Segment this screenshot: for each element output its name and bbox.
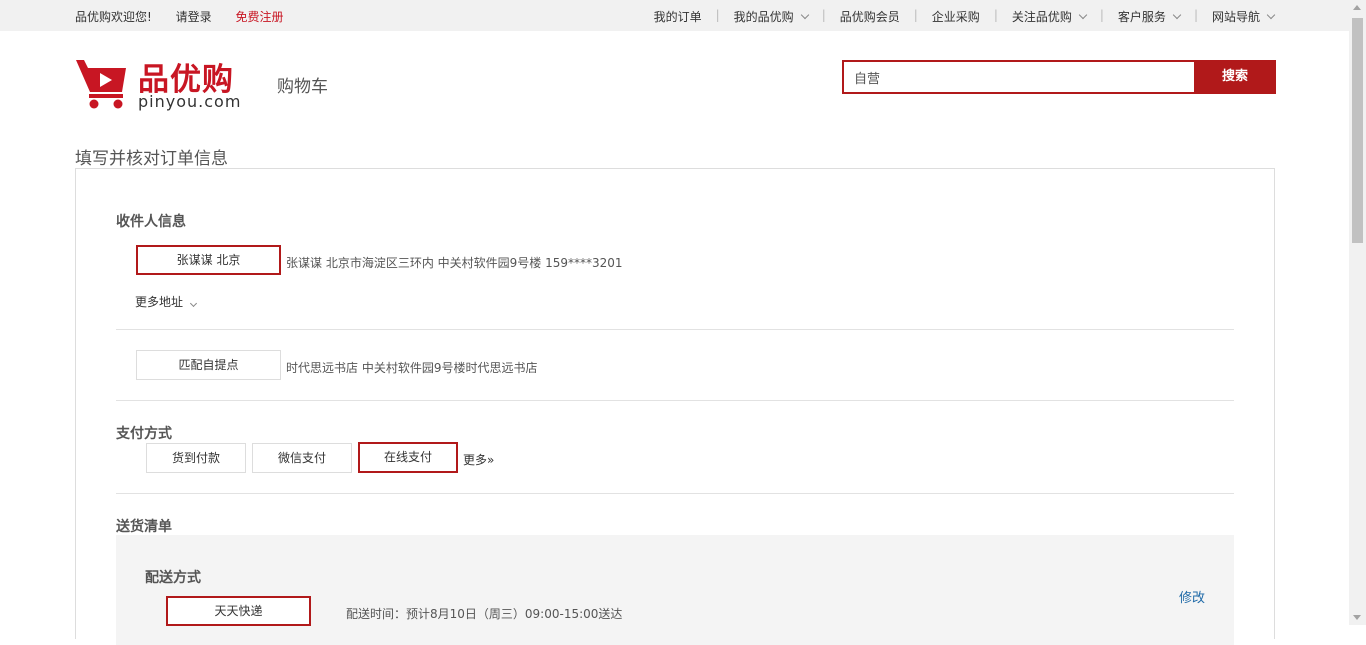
chevron-down-icon — [1172, 10, 1182, 20]
nav-member[interactable]: 品优购会员 — [840, 8, 900, 25]
welcome-text: 品优购欢迎您! — [75, 10, 152, 24]
scroll-down-icon[interactable] — [1353, 615, 1361, 620]
nav-site-map[interactable]: 网站导航 — [1212, 8, 1276, 25]
top-bar: 品优购欢迎您! 请登录 免费注册 我的订单 | 我的品优购 | 品优购会员 | … — [0, 0, 1349, 31]
shipping-edit-link[interactable]: 修改 — [1179, 587, 1205, 606]
nav-my-orders[interactable]: 我的订单 — [654, 8, 702, 25]
nav-enterprise[interactable]: 企业采购 — [932, 8, 980, 25]
shipping-list-title: 送货清单 — [116, 519, 172, 535]
divider — [116, 329, 1234, 330]
site-logo[interactable]: 品优购 pinyou.com — [74, 54, 249, 111]
scroll-thumb[interactable] — [1352, 18, 1363, 243]
top-bar-left: 品优购欢迎您! 请登录 免费注册 — [75, 8, 304, 25]
page-scrollbar[interactable] — [1349, 0, 1366, 625]
pickup-address: 时代思远书店 中关村软件园9号楼时代思远书店 — [286, 361, 538, 375]
login-link[interactable]: 请登录 — [176, 10, 212, 24]
search-bar: 搜索 — [842, 60, 1276, 94]
chevron-down-icon — [800, 10, 809, 20]
register-link[interactable]: 免费注册 — [235, 10, 283, 24]
top-nav: 我的订单 | 我的品优购 | 品优购会员 | 企业采购 | 关注品优购 | 客户… — [654, 8, 1276, 25]
payment-option-online[interactable]: 在线支付 — [358, 442, 458, 473]
shipping-method-title: 配送方式 — [145, 570, 201, 586]
payment-title: 支付方式 — [116, 426, 172, 442]
divider — [116, 400, 1234, 401]
page-name: 购物车 — [277, 77, 328, 97]
chevron-down-icon — [1078, 10, 1088, 20]
receiver-address: 张谋谋 北京市海淀区三环内 中关村软件园9号楼 159****3201 — [286, 256, 623, 270]
receiver-selected-button[interactable]: 张谋谋 北京 — [136, 245, 281, 275]
more-address-link[interactable]: 更多地址 — [135, 293, 198, 310]
scroll-up-icon[interactable] — [1353, 5, 1361, 10]
shipping-time: 配送时间：预计8月10日（周三）09:00-15:00送达 — [346, 607, 623, 621]
nav-my-pinyou[interactable]: 我的品优购 — [734, 8, 809, 25]
logo-domain: pinyou.com — [138, 92, 242, 111]
receiver-title: 收件人信息 — [116, 214, 186, 230]
payment-option-wechat[interactable]: 微信支付 — [252, 443, 352, 473]
search-input[interactable] — [842, 60, 1196, 94]
chevron-down-icon — [1266, 10, 1276, 20]
search-button[interactable]: 搜索 — [1194, 60, 1276, 94]
order-panel: 收件人信息 张谋谋 北京 张谋谋 北京市海淀区三环内 中关村软件园9号楼 159… — [75, 168, 1275, 645]
page-title: 填写并核对订单信息 — [75, 149, 228, 169]
nav-service[interactable]: 客户服务 — [1118, 8, 1182, 25]
nav-follow[interactable]: 关注品优购 — [1012, 8, 1088, 25]
payment-more-link[interactable]: 更多» — [463, 451, 494, 468]
divider — [116, 493, 1234, 494]
chevron-down-icon — [189, 299, 198, 308]
shopping-cart-logo-icon — [76, 60, 126, 109]
payment-option-cod[interactable]: 货到付款 — [146, 443, 246, 473]
shipping-box: 配送方式 天天快递 配送时间：预计8月10日（周三）09:00-15:00送达 … — [116, 535, 1234, 645]
pickup-button[interactable]: 匹配自提点 — [136, 350, 281, 380]
shipping-method-button[interactable]: 天天快递 — [166, 596, 311, 626]
